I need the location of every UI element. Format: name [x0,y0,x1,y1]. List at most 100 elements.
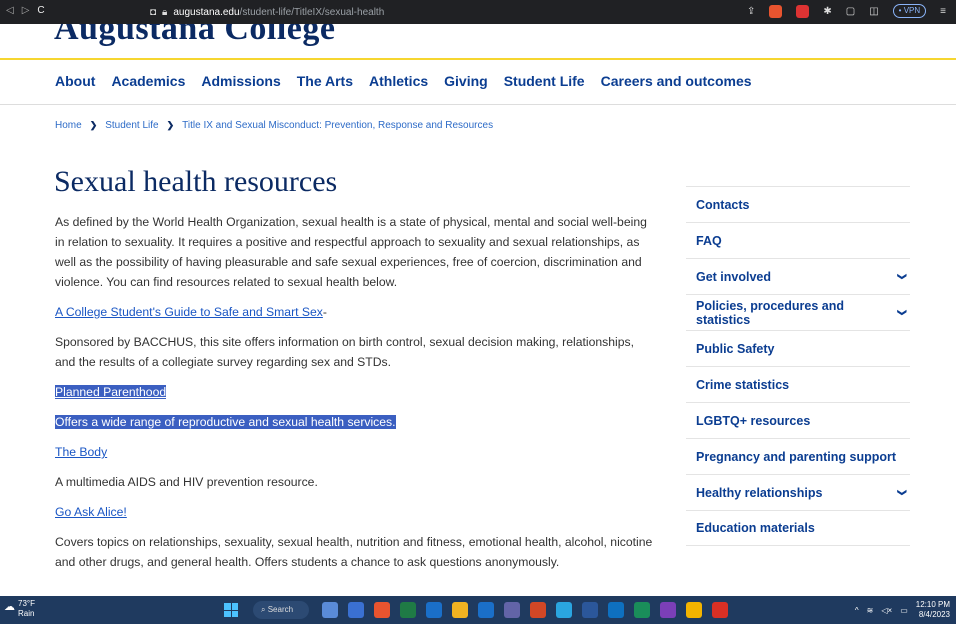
vpn-button[interactable]: • VPN [892,4,927,18]
tray-chevron-icon[interactable]: ^ [855,606,859,615]
wallet-icon[interactable]: ◫ [869,6,878,17]
sidebar-item-public-safety[interactable]: Public Safety [686,330,910,366]
sidebar-item-healthy-relationships[interactable]: Healthy relationships ❯ [686,474,910,510]
forward-icon[interactable]: ▷ [22,5,30,16]
sidebar-item-pregnancy[interactable]: Pregnancy and parenting support [686,438,910,474]
sidebar-item-contacts[interactable]: Contacts [686,186,910,222]
edge-icon[interactable] [556,602,572,618]
chrome-icon[interactable] [686,602,702,618]
nav-giving[interactable]: Giving [444,73,488,89]
nav-athletics[interactable]: Athletics [369,73,428,89]
windows-start-icon[interactable] [224,603,238,617]
site-header: Augustana College [0,24,956,60]
site-logo[interactable]: Augustana College [54,24,335,48]
sidebar-item-faq[interactable]: FAQ [686,222,910,258]
outlook-icon[interactable] [426,602,442,618]
lock-icon: 🔒︎ [162,6,168,18]
menu-icon[interactable]: ≡ [940,6,946,17]
sidebar-nav: Contacts FAQ Get involved ❯ Policies, pro… [686,186,910,546]
chevron-right-icon: ❯ [166,120,175,130]
sidebar-item-label: Policies, procedures and statistics [696,298,844,327]
sidebar-item-label: Pregnancy and parenting support [696,449,897,464]
resource-3-desc: A multimedia AIDS and HIV prevention res… [55,475,318,489]
chevron-down-icon[interactable]: ❯ [897,309,908,317]
teams-icon[interactable] [348,602,364,618]
bookmark-icon[interactable]: ◘ [150,7,156,18]
file-explorer-icon[interactable] [452,602,468,618]
resource-2: Planned Parenthood [55,382,655,402]
sidebar-item-label: Public Safety [696,341,775,356]
address-bar[interactable]: ◘ 🔒︎ augustana.edu /student-life/TitleIX… [150,4,630,20]
page-title: Sexual health resources [54,165,338,198]
breadcrumb-student-life[interactable]: Student Life [105,120,158,131]
reload-icon[interactable]: C [37,5,44,16]
link-planned-parenthood[interactable]: Planned Parenthood [55,385,166,399]
chevron-down-icon[interactable]: ❯ [897,273,908,281]
browser-nav: ◁ ▷ C [6,5,45,16]
excel-icon[interactable] [400,602,416,618]
resource-1: A College Student's Guide to Safe and Sm… [55,302,655,322]
clock-time: 12:10 PM [915,600,950,609]
rewards-icon[interactable] [796,4,810,18]
taskbar-apps [322,602,728,618]
sidebar-item-label: Get involved [696,269,772,284]
sidebar-item-label: FAQ [696,233,722,248]
breadcrumb: Home ❯ Student Life ❯ Title IX and Sexua… [55,120,493,131]
cloud-icon: ☁ [4,601,15,613]
brave-shield-icon[interactable] [769,4,783,18]
task-view-icon[interactable] [322,602,338,618]
resource-4: Go Ask Alice! [55,502,655,522]
battery-icon[interactable]: ▭ [900,606,908,615]
sidebar-item-crime-statistics[interactable]: Crime statistics [686,366,910,402]
nav-student-life[interactable]: Student Life [504,73,585,89]
powerpoint-icon[interactable] [530,602,546,618]
acrobat-icon[interactable] [712,602,728,618]
link-college-guide[interactable]: A College Student's Guide to Safe and Sm… [55,305,323,319]
volume-icon[interactable]: ◁× [881,606,892,615]
sidebar-item-label: LGBTQ+ resources [696,413,811,428]
clock[interactable]: 12:10 PM 8/4/2023 [916,600,950,620]
resource-4-desc: Covers topics on relationships, sexualit… [55,535,653,569]
nav-about[interactable]: About [55,73,95,89]
extensions-icon[interactable]: ✱ [823,6,831,17]
nav-admissions[interactable]: Admissions [201,73,280,89]
chevron-down-icon[interactable]: ❯ [897,489,908,497]
wifi-icon[interactable]: ≋ [867,606,874,615]
weather-condition: Rain [18,609,35,618]
sidebar-item-lgbtq[interactable]: LGBTQ+ resources [686,402,910,438]
onenote-icon[interactable] [660,602,676,618]
sidebar-item-policies[interactable]: Policies, procedures and statistics ❯ [686,294,910,330]
main-content: As defined by the World Health Organizat… [55,212,655,582]
word-icon[interactable] [582,602,598,618]
nav-careers[interactable]: Careers and outcomes [601,73,752,89]
brave-icon[interactable] [374,602,390,618]
selected-text: Offers a wide range of reproductive and … [55,415,396,429]
sidebar-item-education[interactable]: Education materials [686,510,910,546]
sidebar-item-label: Healthy relationships [696,485,823,500]
breadcrumb-title-ix[interactable]: Title IX and Sexual Misconduct: Preventi… [182,120,493,131]
teams-alt-icon[interactable] [504,602,520,618]
resource-1-desc: Sponsored by BACCHUS, this site offers i… [55,335,634,369]
outlook-alt-icon[interactable] [478,602,494,618]
sidebar-item-label: Education materials [696,521,815,535]
share-icon[interactable]: ⇪ [747,6,755,17]
zoom-icon[interactable] [608,602,624,618]
link-go-ask-alice[interactable]: Go Ask Alice! [55,505,127,519]
nav-academics[interactable]: Academics [111,73,185,89]
breadcrumb-home[interactable]: Home [55,120,82,131]
intro-paragraph: As defined by the World Health Organizat… [55,215,647,289]
url-path: /student-life/TitleIX/sexual-health [239,6,385,18]
weather-widget[interactable]: ☁ 73°F Rain [4,599,35,619]
sidebar-item-get-involved[interactable]: Get involved ❯ [686,258,910,294]
chevron-right-icon: ❯ [89,120,98,130]
nav-the-arts[interactable]: The Arts [297,73,353,89]
app-icon[interactable] [634,602,650,618]
taskbar-search[interactable]: ⌕ Search [253,601,309,619]
back-icon[interactable]: ◁ [6,5,14,16]
link-the-body[interactable]: The Body [55,445,107,459]
system-tray: ^ ≋ ◁× ▭ 12:10 PM 8/4/2023 [855,600,950,620]
sidebar-item-label: Crime statistics [696,377,790,392]
taskbar-search-label: Search [267,605,294,614]
sidebar-icon[interactable]: ▢ [846,6,855,17]
link-suffix: - [322,305,327,319]
